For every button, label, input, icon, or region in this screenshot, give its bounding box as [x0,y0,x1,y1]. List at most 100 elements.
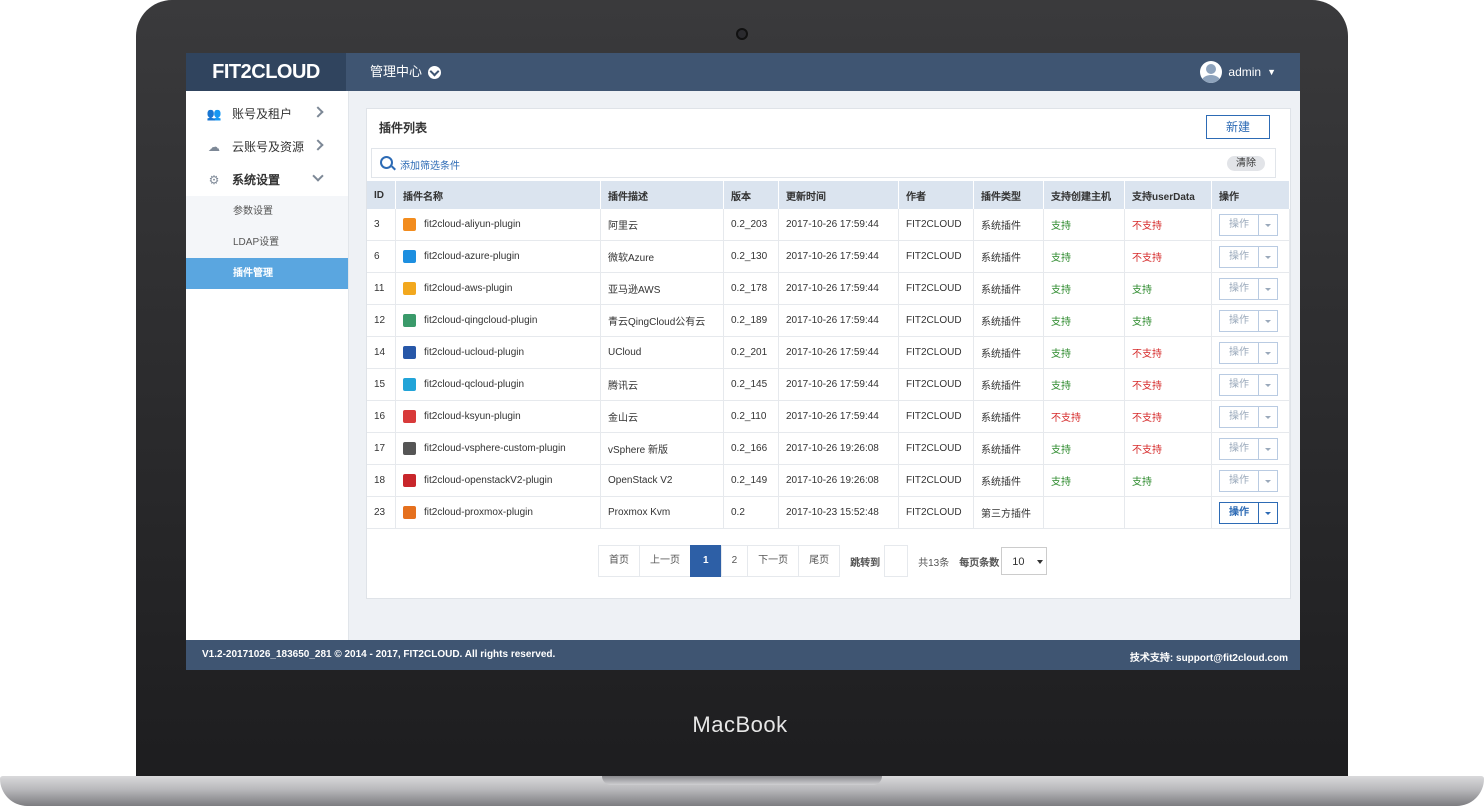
action-dropdown[interactable]: 操作 [1219,501,1278,524]
action-dropdown[interactable]: 操作 [1219,373,1278,396]
cell-userdata: 不支持 [1124,400,1212,433]
action-dropdown[interactable]: 操作 [1219,437,1278,460]
action-button[interactable]: 操作 [1220,471,1258,491]
plugin-logo-icon [403,378,416,391]
page-first[interactable]: 首页 [598,545,640,577]
cell-type: 系统插件 [973,240,1044,273]
action-dropdown[interactable]: 操作 [1219,341,1278,364]
admin-center-menu[interactable]: 管理中心 [370,53,442,91]
laptop-brand-label: MacBook [692,712,788,737]
column-header-host[interactable]: 支持创建主机 [1043,181,1125,209]
cell-id: 11 [367,272,396,305]
page-next[interactable]: 下一页 [747,545,800,577]
page-prev[interactable]: 上一页 [639,545,691,577]
cell-name: fit2cloud-azure-plugin [395,240,601,273]
footer-copyright: V1.2-20171026_183650_281 © 2014 - 2017, … [202,649,556,660]
cell-host: 支持 [1043,209,1125,241]
action-dropdown[interactable]: 操作 [1219,277,1278,300]
cell-action: 操作 [1211,464,1290,497]
cell-userdata: 不支持 [1124,240,1212,273]
action-button[interactable]: 操作 [1220,375,1258,395]
page-1[interactable]: 1 [690,545,722,577]
jump-input[interactable] [884,545,909,577]
cell-name: fit2cloud-ucloud-plugin [395,336,601,369]
column-header-type[interactable]: 插件类型 [973,181,1044,209]
action-dropdown[interactable]: 操作 [1219,245,1278,268]
caret-down-icon[interactable] [1258,214,1277,235]
plugin-logo-icon [403,218,416,231]
table-row: 12 fit2cloud-qingcloud-plugin 青云QingCloud公… [367,304,1290,337]
cell-version: 0.2_166 [723,432,779,465]
avatar [1200,61,1223,83]
column-header-action: 操作 [1211,181,1290,209]
plugin-name: fit2cloud-ucloud-plugin [424,347,525,358]
action-button[interactable]: 操作 [1220,439,1258,459]
table-header-row: ID 插件名称 插件描述 版本 更新时间 作者 插件类型 支持创建主机 支持us… [367,181,1290,209]
plugin-logo-icon [403,442,416,455]
action-button[interactable]: 操作 [1220,503,1258,523]
action-button[interactable]: 操作 [1220,343,1258,363]
cell-name: fit2cloud-vsphere-custom-plugin [395,432,601,465]
column-header-desc[interactable]: 插件描述 [600,181,724,209]
caret-down-icon[interactable] [1258,374,1277,395]
sidebar-subitem-ldap[interactable]: LDAP设置 [186,227,348,258]
table-row: 18 fit2cloud-openstackV2-plugin OpenStack … [367,464,1290,497]
app-logo[interactable]: FIT2CLOUD [186,53,346,91]
cell-name: fit2cloud-qcloud-plugin [395,368,601,401]
cell-host: 支持 [1043,240,1125,273]
clear-filter-button[interactable]: 清除 [1227,156,1265,171]
cell-userdata: 支持 [1124,272,1212,305]
column-header-author[interactable]: 作者 [898,181,974,209]
page-last[interactable]: 尾页 [798,545,841,577]
cell-userdata: 支持 [1124,464,1212,497]
caret-down-icon[interactable] [1258,406,1277,427]
cell-id: 3 [367,209,396,241]
caret-down-icon[interactable] [1258,310,1277,331]
add-filter-link[interactable]: 添加筛选条件 [400,157,460,172]
caret-down-icon[interactable] [1258,438,1277,459]
column-header-time[interactable]: 更新时间 [778,181,899,209]
plugin-logo-icon [403,346,416,359]
action-button[interactable]: 操作 [1220,311,1258,331]
caret-down-icon[interactable] [1258,246,1277,267]
page-title: 插件列表 [379,121,428,135]
cell-id: 14 [367,336,396,369]
sidebar-subitem-plugins[interactable]: 插件管理 [186,258,348,289]
caret-down-icon[interactable] [1258,342,1277,363]
cell-type: 系统插件 [973,304,1044,337]
cell-author: FIT2CLOUD [898,336,974,369]
user-menu[interactable]: admin ▼ [1200,53,1276,91]
action-button[interactable]: 操作 [1220,279,1258,299]
sidebar-item-accounts[interactable]: 👥 账号及租户 [186,97,348,130]
cell-type: 系统插件 [973,400,1044,433]
cell-name: fit2cloud-openstackV2-plugin [395,464,601,497]
caret-down-icon[interactable] [1258,470,1277,491]
column-header-id[interactable]: ID [367,181,396,209]
cell-desc: vSphere 新版 [600,432,724,465]
column-header-userdata[interactable]: 支持userData [1124,181,1212,209]
action-button[interactable]: 操作 [1220,247,1258,267]
sidebar-item-cloud[interactable]: ☁ 云账号及资源 [186,130,348,163]
cell-author: FIT2CLOUD [898,209,974,241]
caret-down-icon[interactable] [1258,278,1277,299]
filter-bar[interactable]: 添加筛选条件 清除 [371,148,1276,178]
column-header-name[interactable]: 插件名称 [395,181,601,209]
page-2[interactable]: 2 [720,545,749,577]
action-dropdown[interactable]: 操作 [1219,469,1278,492]
column-header-version[interactable]: 版本 [723,181,779,209]
sidebar-item-settings[interactable]: ⚙ 系统设置 [186,163,348,196]
cell-author: FIT2CLOUD [898,400,974,433]
new-plugin-button[interactable]: 新建 [1206,115,1270,139]
sidebar-subitem-params[interactable]: 参数设置 [186,196,348,227]
cell-desc: UCloud [600,336,724,369]
per-page-select[interactable]: 10 [1001,547,1048,575]
action-dropdown[interactable]: 操作 [1219,213,1278,236]
cell-type: 系统插件 [973,336,1044,369]
action-button[interactable]: 操作 [1220,407,1258,427]
action-dropdown[interactable]: 操作 [1219,405,1278,428]
action-dropdown[interactable]: 操作 [1219,309,1278,332]
cell-name: fit2cloud-ksyun-plugin [395,400,601,433]
caret-down-icon[interactable] [1258,502,1277,523]
cell-version: 0.2_145 [723,368,779,401]
action-button[interactable]: 操作 [1220,215,1258,235]
